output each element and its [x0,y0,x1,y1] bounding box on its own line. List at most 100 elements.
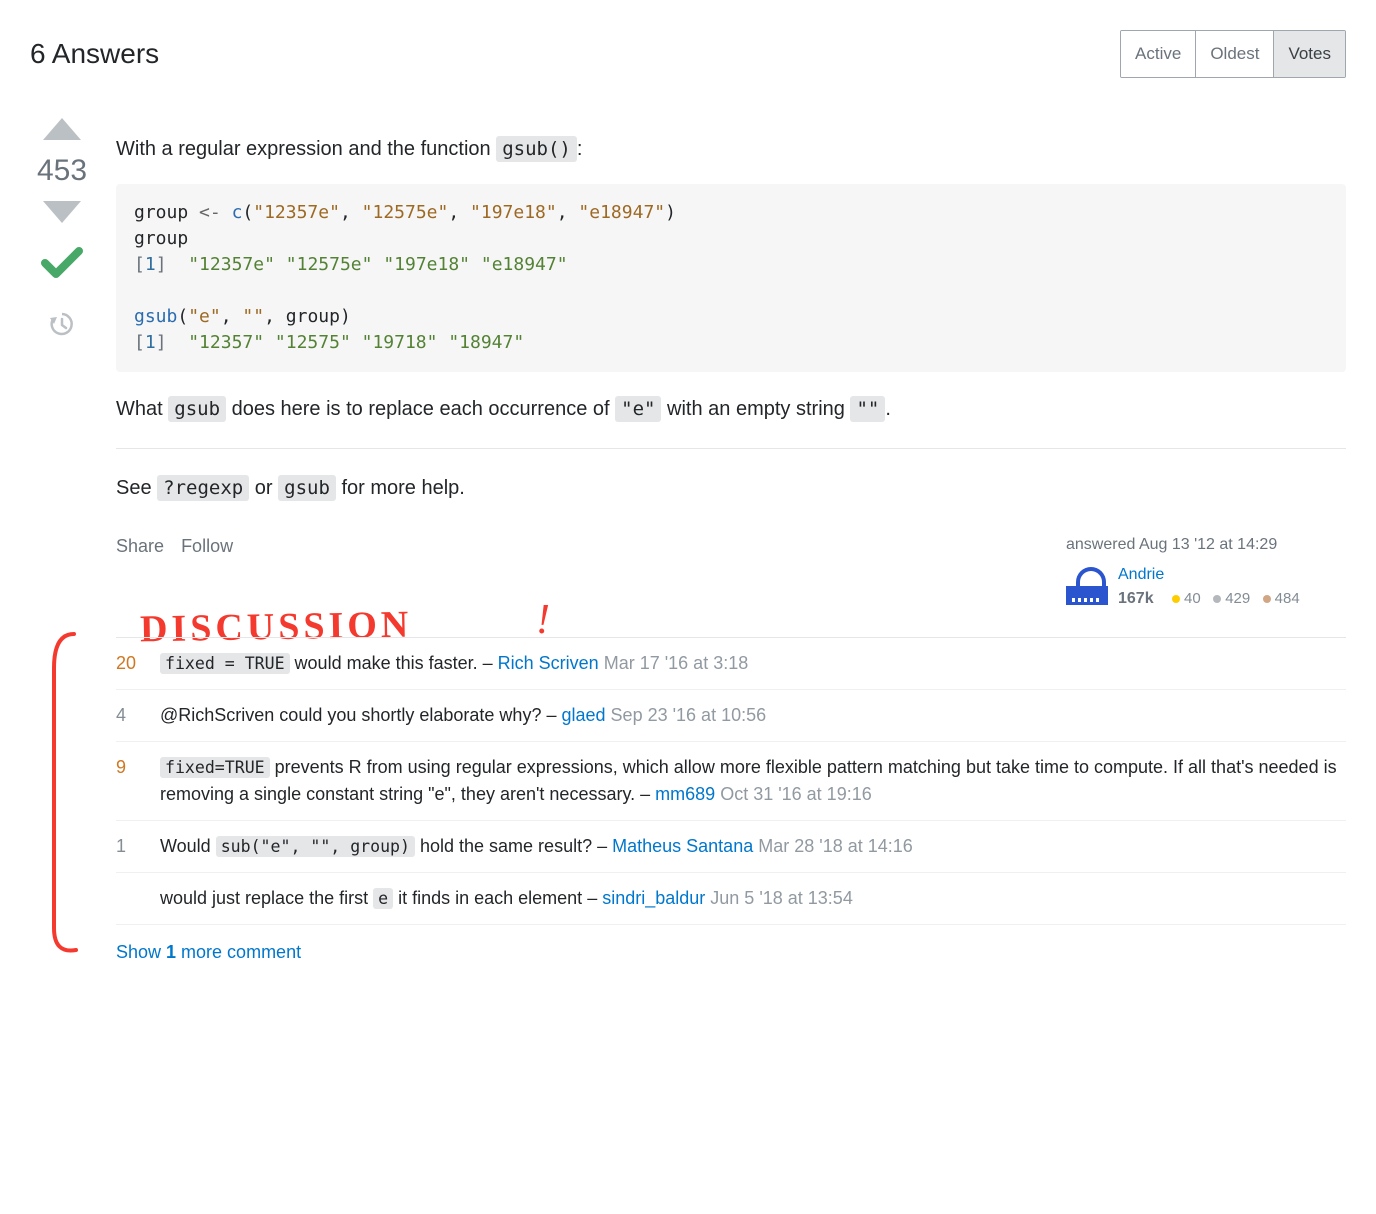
text: would make this faster. [290,653,478,673]
vote-score: 453 [37,148,87,193]
intro-text: With a regular expression and the functi… [116,138,496,160]
code-token [167,332,189,353]
follow-link[interactable]: Follow [181,536,233,556]
comment-code: fixed = TRUE [160,653,290,674]
gold-badge-icon [1172,595,1180,603]
comment-text: would just replace the first e it finds … [160,885,1346,912]
code-token [167,254,189,275]
text: See [116,477,157,499]
downvote-icon[interactable] [39,197,85,227]
answers-count-title: 6 Answers [30,33,159,75]
comment-text: @RichScriven could you shortly elaborate… [160,702,1346,729]
code-token: group [134,202,199,223]
code-token: "19718" [362,332,438,353]
share-follow: Share Follow [116,533,245,611]
code-token: gsub [134,306,177,327]
text: or [249,477,278,499]
intro-code: gsub() [496,136,577,162]
show-more-comments[interactable]: Show 1 more comment [116,939,1346,966]
comment-time: Jun 5 '18 at 13:54 [710,888,853,908]
code-token [221,202,232,223]
explain-paragraph: What gsub does here is to replace each o… [116,394,1346,424]
tab-active[interactable]: Active [1121,31,1195,77]
code-token: ) [665,202,676,223]
comment-text: fixed=TRUE prevents R from using regular… [160,754,1346,808]
answer-body: With a regular expression and the functi… [116,114,1346,967]
text: . [885,398,891,420]
comment-code: fixed=TRUE [160,757,270,778]
answer: 453 With a regular expression and the fu… [30,114,1346,967]
comment-time: Sep 23 '16 at 10:56 [611,705,767,725]
tab-oldest[interactable]: Oldest [1195,31,1273,77]
comment-score: 20 [116,650,146,677]
user-card: answered Aug 13 '12 at 14:29 Andrie 167k… [1066,533,1346,611]
comments-list: 20 fixed = TRUE would make this faster. … [116,637,1346,925]
reputation: 167k [1118,590,1154,607]
user-stats: 167k 40 429 484 [1118,587,1300,611]
intro-suffix: : [577,138,583,160]
comment-user[interactable]: Rich Scriven [498,653,599,673]
answers-header: 6 Answers Active Oldest Votes [30,30,1346,78]
comment-score: 9 [116,754,146,808]
code-token: <- [199,202,221,223]
comment-text: fixed = TRUE would make this faster. – R… [160,650,1346,677]
code-token: "197e18" [470,202,557,223]
comment-code: e [373,888,393,909]
show-more-count: 1 [166,942,176,962]
comment: would just replace the first e it finds … [116,873,1346,925]
share-link[interactable]: Share [116,536,164,556]
code-token: "e18947" [578,202,665,223]
bronze-badge-icon [1263,595,1271,603]
text: Would [160,836,216,856]
comment-time: Mar 17 '16 at 3:18 [604,653,749,673]
code-inline: ?regexp [157,475,249,501]
comment-user[interactable]: mm689 [655,784,715,804]
bronze-count: 484 [1275,590,1300,607]
user-link[interactable]: Andrie [1118,563,1300,587]
text: for more help. [336,477,465,499]
code-token: ( [177,306,188,327]
code-token: "12357e" [253,202,340,223]
comment: 20 fixed = TRUE would make this faster. … [116,638,1346,690]
code-inline: "" [850,396,885,422]
code-token: "12575e" [362,202,449,223]
comment-user[interactable]: glaed [561,705,605,725]
tab-votes[interactable]: Votes [1273,31,1345,77]
comment-user[interactable]: sindri_baldur [602,888,705,908]
comment-time: Mar 28 '18 at 14:16 [758,836,913,856]
code-token: "12575e" [286,254,373,275]
code-token: "e18947" [481,254,568,275]
comment-time: Oct 31 '16 at 19:16 [720,784,872,804]
comment-user[interactable]: Matheus Santana [612,836,753,856]
text: What [116,398,168,420]
comment-score: 4 [116,702,146,729]
actions-row: Share Follow answered Aug 13 '12 at 14:2… [116,533,1346,611]
code-inline: gsub [168,396,226,422]
comment: 1 Would sub("e", "", group) hold the sam… [116,821,1346,873]
comment-score: 1 [116,833,146,860]
code-inline: gsub [278,475,336,501]
text: Show [116,942,166,962]
sort-tabs: Active Oldest Votes [1120,30,1346,78]
see-paragraph: See ?regexp or gsub for more help. [116,473,1346,503]
text: more comment [176,942,301,962]
history-icon[interactable] [48,310,76,347]
text: would just replace the first [160,888,373,908]
code-token: "18947" [448,332,524,353]
comment-text: Would sub("e", "", group) hold the same … [160,833,1346,860]
code-block: group <- c("12357e", "12575e", "197e18",… [116,184,1346,373]
code-inline: "e" [615,396,661,422]
avatar[interactable] [1066,563,1108,605]
comment-code: sub("e", "", group) [216,836,415,857]
silver-badge-icon [1213,595,1221,603]
silver-count: 429 [1225,590,1250,607]
text: with an empty string [661,398,850,420]
code-token: "12357" [188,332,264,353]
comment: 9 fixed=TRUE prevents R from using regul… [116,742,1346,821]
upvote-icon[interactable] [39,114,85,144]
code-token: "12575" [275,332,351,353]
intro-paragraph: With a regular expression and the functi… [116,134,1346,164]
code-token: "e" [188,306,221,327]
accepted-check-icon [39,243,85,292]
code-token: "" [242,306,264,327]
